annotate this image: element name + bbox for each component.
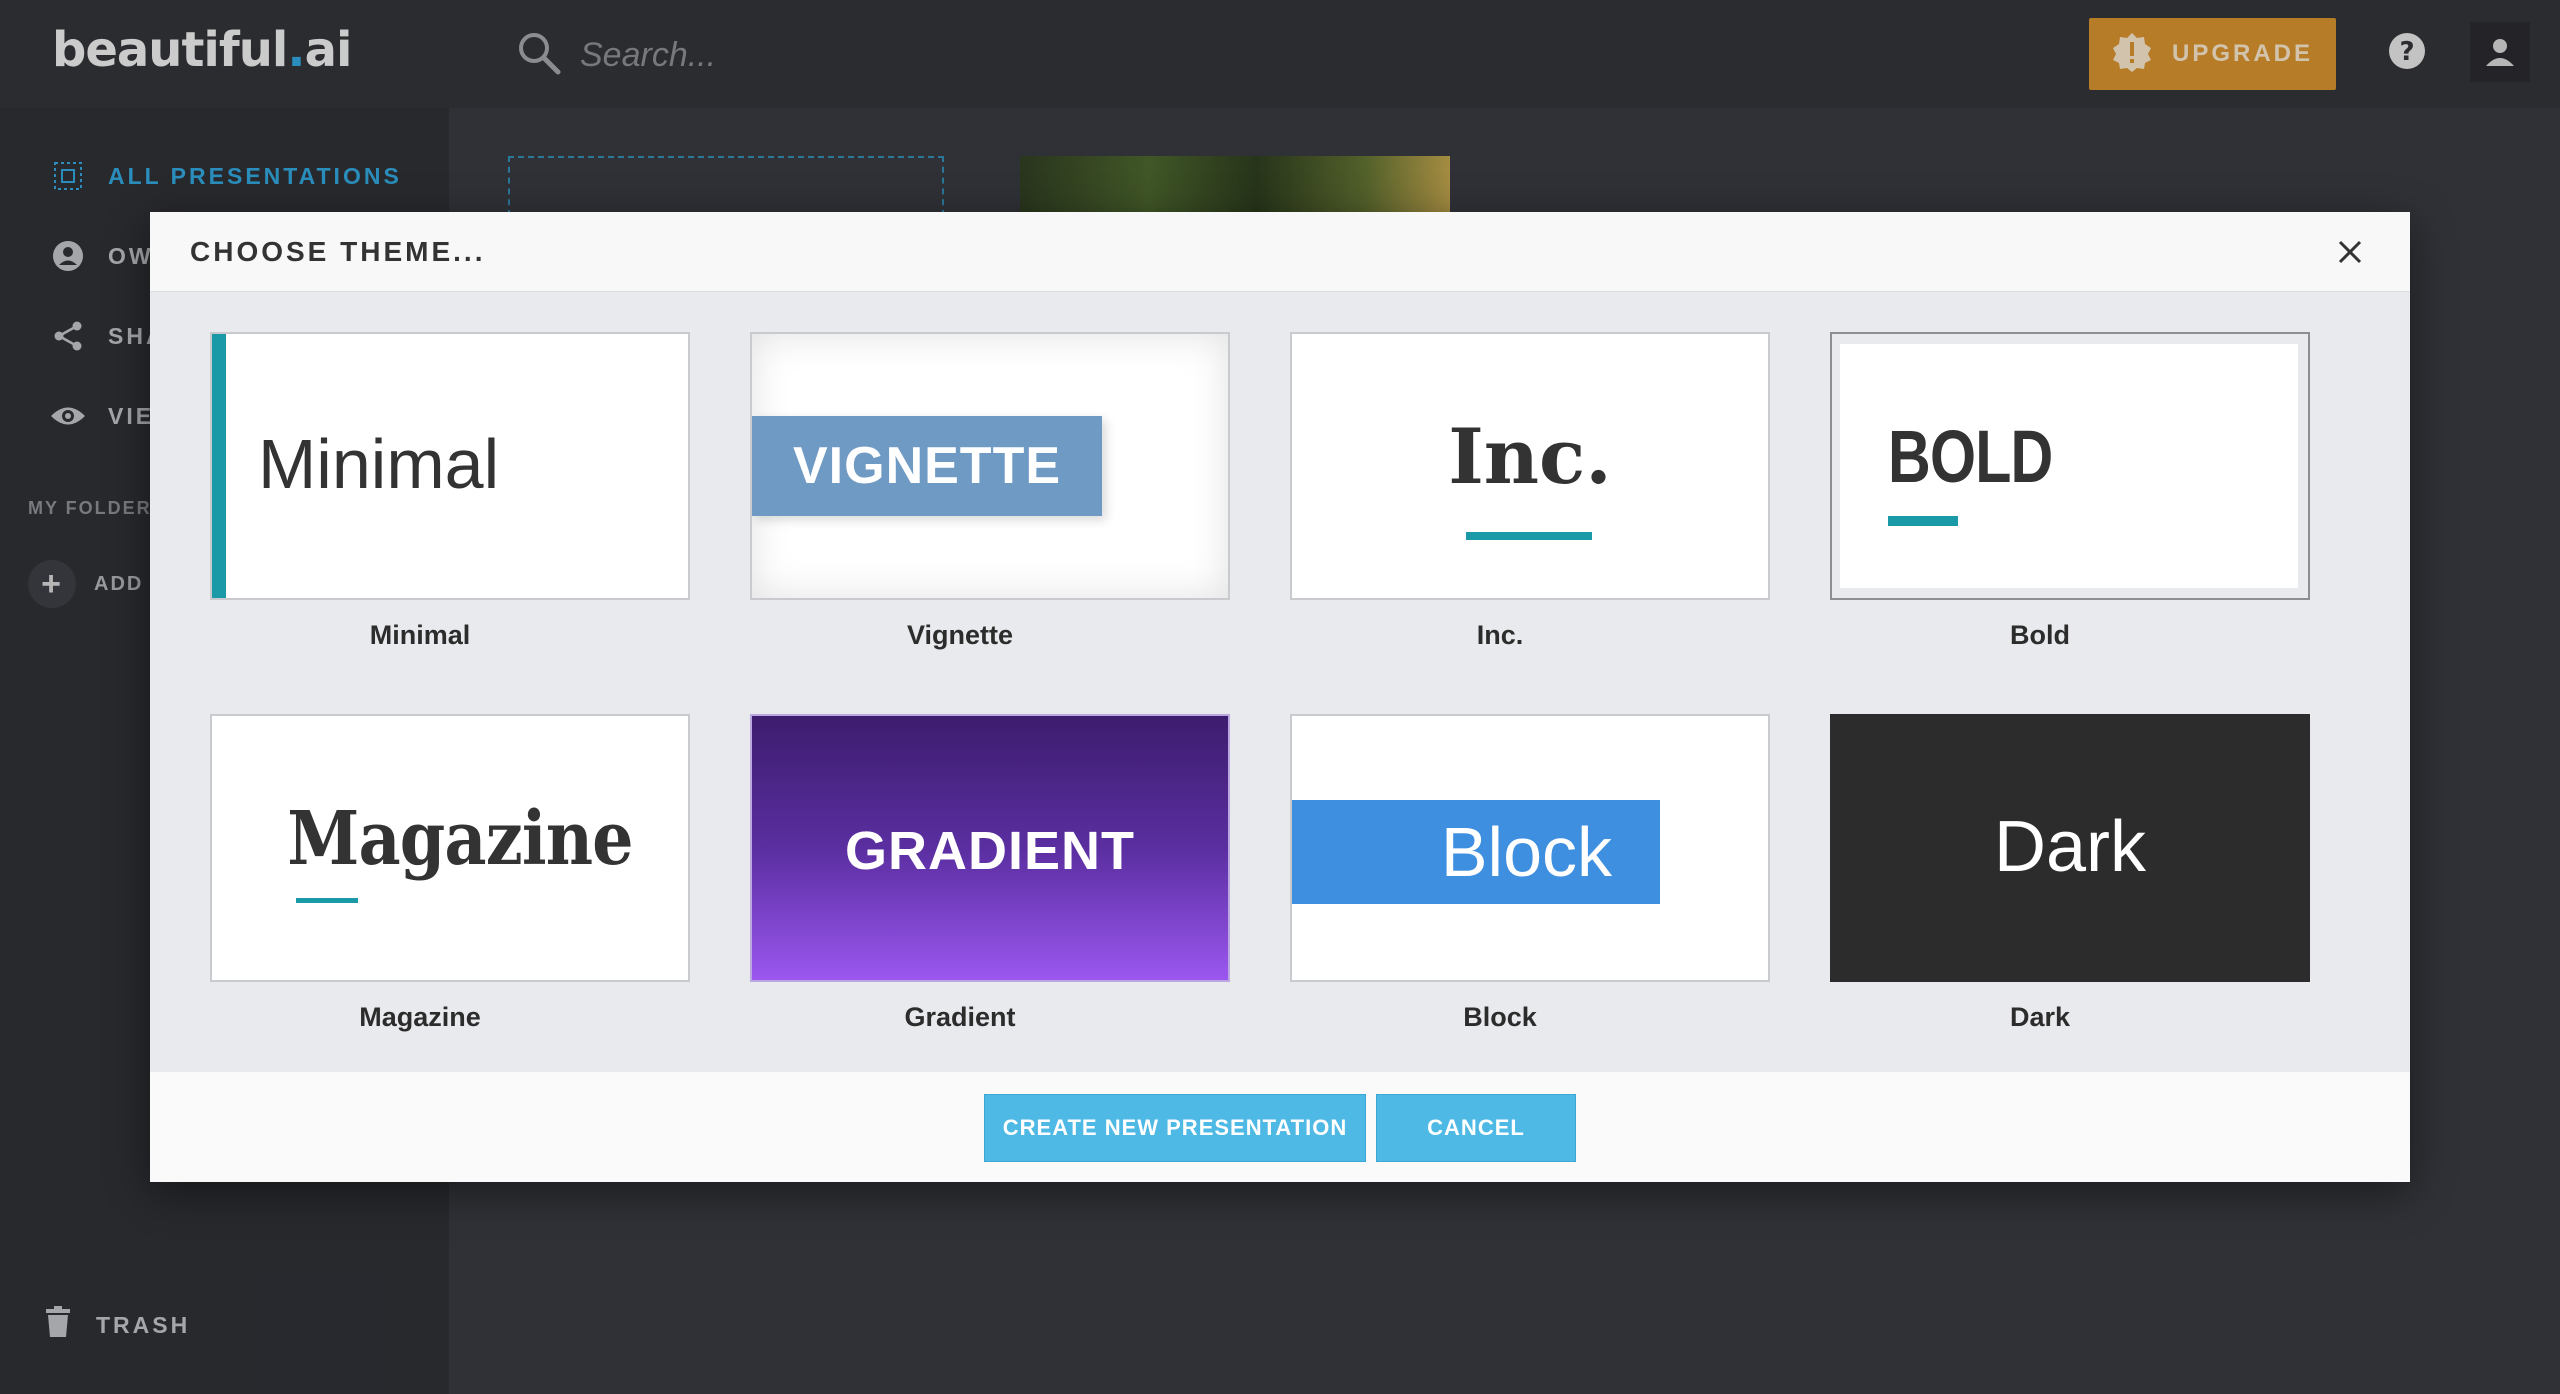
theme-bold[interactable]: BOLD Bold — [1830, 332, 2310, 650]
theme-thumbnail[interactable]: Magazine — [210, 714, 690, 982]
theme-minimal[interactable]: Minimal Minimal — [210, 332, 690, 650]
accent-bar — [212, 334, 226, 598]
theme-label: Vignette — [906, 620, 1014, 650]
accent-underline — [1466, 532, 1592, 540]
create-new-presentation-button[interactable]: CREATE NEW PRESENTATION — [984, 1094, 1366, 1162]
theme-label: Magazine — [359, 1002, 481, 1032]
theme-gradient[interactable]: GRADIENT Gradient — [750, 714, 1230, 1032]
theme-thumbnail[interactable]: Minimal — [210, 332, 690, 600]
theme-thumb-text: BOLD — [1888, 415, 2053, 498]
theme-thumbnail[interactable]: GRADIENT — [750, 714, 1230, 982]
close-icon[interactable] — [2334, 236, 2366, 268]
theme-label: Bold — [2010, 620, 2070, 650]
theme-dark[interactable]: Dark Dark — [1830, 714, 2310, 1032]
theme-thumb-text: Inc. — [1448, 412, 1612, 501]
theme-label: Gradient — [904, 1002, 1016, 1032]
theme-thumb-text: Block — [1292, 800, 1660, 904]
cancel-button[interactable]: CANCEL — [1376, 1094, 1576, 1162]
theme-thumbnail[interactable]: VIGNETTE — [750, 332, 1230, 600]
theme-inc[interactable]: Inc. Inc. — [1290, 332, 1770, 650]
theme-block[interactable]: Block Block — [1290, 714, 1770, 1032]
theme-label: Minimal — [369, 620, 471, 650]
choose-theme-dialog: CHOOSE THEME... Minimal Minimal VIGNETTE… — [150, 212, 2410, 1182]
accent-underline — [296, 898, 358, 903]
theme-thumbnail[interactable]: Dark — [1830, 714, 2310, 982]
dialog-header: CHOOSE THEME... — [150, 212, 2410, 292]
theme-label: Dark — [2009, 1002, 2071, 1032]
dialog-title: CHOOSE THEME... — [190, 236, 486, 267]
theme-thumbnail[interactable]: Inc. — [1290, 332, 1770, 600]
theme-magazine[interactable]: Magazine Magazine — [210, 714, 690, 1032]
theme-thumb-text: Magazine — [287, 796, 633, 882]
theme-thumb-text: VIGNETTE — [752, 416, 1102, 516]
theme-thumbnail[interactable]: BOLD — [1830, 332, 2310, 600]
theme-thumb-text: GRADIENT — [845, 821, 1135, 881]
theme-label: Inc. — [1476, 620, 1524, 650]
theme-thumbnail[interactable]: Block — [1290, 714, 1770, 982]
theme-vignette[interactable]: VIGNETTE Vignette — [750, 332, 1230, 650]
theme-label: Block — [1463, 1002, 1537, 1032]
accent-underline — [1888, 516, 1958, 526]
theme-thumb-text: Dark — [1993, 807, 2146, 887]
theme-thumb-text: Minimal — [258, 425, 500, 503]
